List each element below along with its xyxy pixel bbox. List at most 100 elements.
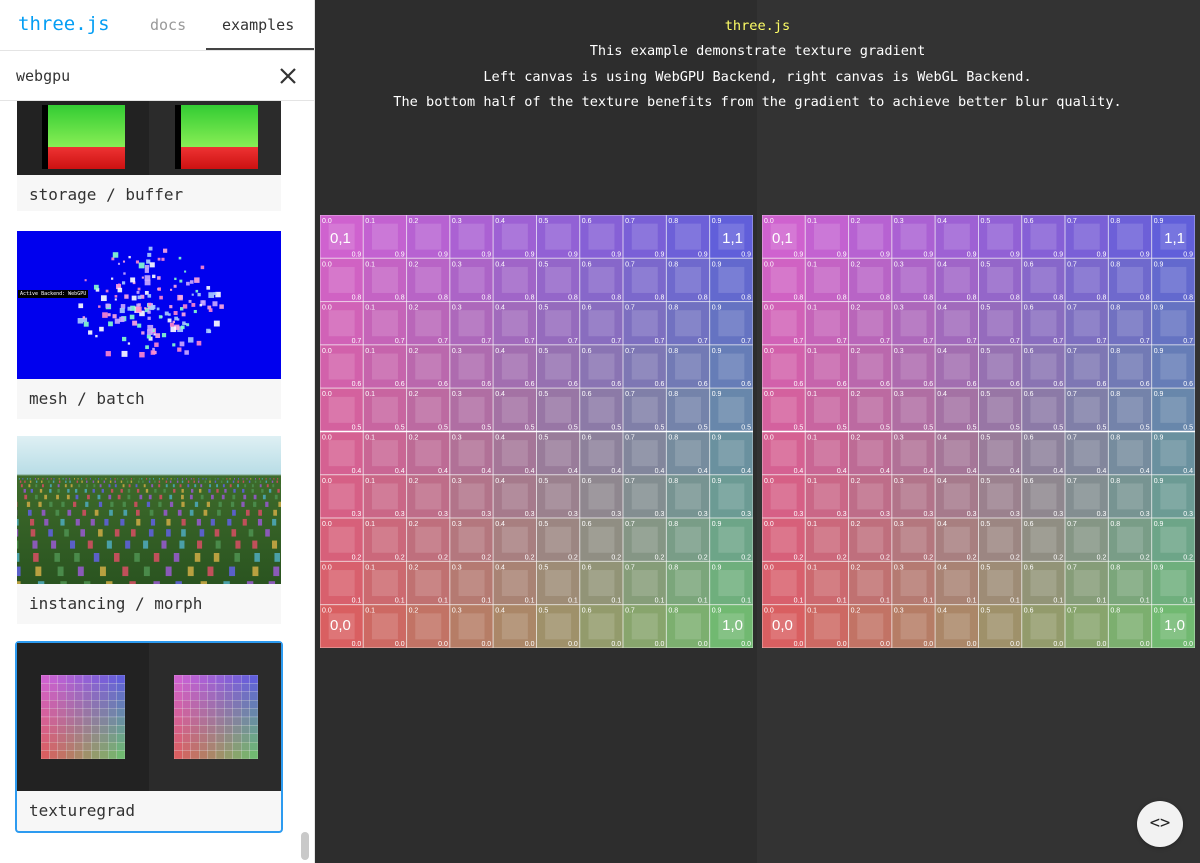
texture-v-label: 0.6 bbox=[395, 381, 405, 388]
texture-cell-highlight bbox=[857, 353, 884, 380]
texture-u-label: 0.3 bbox=[452, 435, 462, 442]
texture-v-label: 0.4 bbox=[438, 468, 448, 475]
texture-u-label: 0.5 bbox=[539, 348, 549, 355]
texture-cell-highlight bbox=[718, 266, 745, 293]
texture-u-label: 0.0 bbox=[322, 478, 332, 485]
texture-cell-highlight bbox=[770, 440, 797, 467]
texture-cell-highlight bbox=[1160, 570, 1187, 597]
texture-v-label: 0.5 bbox=[1097, 425, 1107, 432]
texture-u-label: 0.2 bbox=[409, 478, 419, 485]
texture-u-label: 0.4 bbox=[495, 564, 505, 571]
texture-v-label: 0.0 bbox=[967, 641, 977, 648]
example-thumbnail bbox=[17, 436, 281, 584]
scrollbar[interactable] bbox=[301, 832, 309, 860]
texture-u-label: 0.0 bbox=[764, 521, 774, 528]
texture-v-label: 0.7 bbox=[395, 338, 405, 345]
info-title[interactable]: three.js bbox=[315, 14, 1200, 39]
texture-cell-highlight bbox=[675, 310, 702, 337]
texture-v-label: 0.9 bbox=[611, 251, 621, 258]
texture-u-label: 0.9 bbox=[1154, 478, 1164, 485]
texture-cell-highlight bbox=[943, 266, 970, 293]
texture-u-label: 0.9 bbox=[712, 564, 722, 571]
texture-u-label: 0.8 bbox=[1110, 521, 1120, 528]
example-card-storage-buffer[interactable]: storage / buffer bbox=[17, 101, 281, 211]
texture-v-label: 0.7 bbox=[525, 338, 535, 345]
texture-u-label: 0.1 bbox=[807, 608, 817, 615]
example-thumbnail bbox=[17, 101, 281, 175]
texture-u-label: 0.7 bbox=[1067, 435, 1077, 442]
example-card-mesh-batch[interactable]: Active Backend: WebGPU mesh / batch bbox=[17, 231, 281, 419]
texture-cell-highlight bbox=[1030, 310, 1057, 337]
texture-u-label: 0.1 bbox=[807, 435, 817, 442]
texture-u-label: 0.3 bbox=[452, 391, 462, 398]
texture-u-label: 0.7 bbox=[1067, 478, 1077, 485]
texture-u-label: 0.1 bbox=[365, 218, 375, 225]
texture-webgpu: 0.0 0.9 0.1 0.9 0.2 0.9 0.3 0.9 0.4 0.9 0.5 0.9 0.6 0… bbox=[319, 214, 754, 649]
texture-cell-highlight bbox=[415, 440, 442, 467]
texture-cell-highlight bbox=[631, 353, 658, 380]
example-card-label: texturegrad bbox=[29, 801, 135, 820]
texture-v-label: 0.9 bbox=[923, 251, 933, 258]
texture-v-label: 0.3 bbox=[794, 511, 804, 518]
texture-v-label: 0.0 bbox=[1183, 641, 1193, 648]
texture-v-label: 0.4 bbox=[741, 468, 751, 475]
texture-cell-highlight bbox=[501, 266, 528, 293]
texture-v-label: 0.5 bbox=[967, 425, 977, 432]
texture-v-label: 0.9 bbox=[1140, 251, 1150, 258]
texture-v-label: 0.7 bbox=[698, 338, 708, 345]
texture-u-label: 0.6 bbox=[582, 261, 592, 268]
texture-u-label: 0.6 bbox=[1024, 608, 1034, 615]
logo[interactable]: three.js bbox=[18, 13, 110, 35]
texture-u-label: 0.6 bbox=[582, 218, 592, 225]
texture-u-label: 0.3 bbox=[894, 435, 904, 442]
texture-cell-highlight bbox=[718, 570, 745, 597]
texture-cell-highlight bbox=[1073, 483, 1100, 510]
texture-u-label: 0.8 bbox=[668, 521, 678, 528]
texture-cell-highlight bbox=[328, 440, 355, 467]
texture-u-label: 0.9 bbox=[712, 391, 722, 398]
texture-v-label: 0.3 bbox=[438, 511, 448, 518]
texture-v-label: 0.8 bbox=[880, 295, 890, 302]
tab-docs[interactable]: docs bbox=[150, 16, 186, 34]
texture-u-label: 0.5 bbox=[539, 435, 549, 442]
texture-v-label: 0.7 bbox=[1183, 338, 1193, 345]
texture-v-label: 0.8 bbox=[1010, 295, 1020, 302]
texture-cell-highlight bbox=[415, 310, 442, 337]
texture-u-label: 0.6 bbox=[1024, 305, 1034, 312]
texture-v-label: 0.2 bbox=[837, 554, 847, 561]
texture-v-label: 0.9 bbox=[438, 251, 448, 258]
texture-v-label: 0.0 bbox=[794, 641, 804, 648]
texture-corner-label: 0,1 bbox=[772, 230, 793, 247]
texture-v-label: 0.2 bbox=[568, 554, 578, 561]
texture-u-label: 0.5 bbox=[539, 218, 549, 225]
texture-cell-highlight bbox=[943, 613, 970, 640]
example-thumbnail: Active Backend: WebGPU bbox=[17, 231, 281, 379]
texture-cell-highlight bbox=[987, 310, 1014, 337]
texture-u-label: 0.7 bbox=[1067, 521, 1077, 528]
close-icon[interactable] bbox=[276, 64, 300, 88]
texture-v-label: 0.3 bbox=[837, 511, 847, 518]
sidebar-header: three.js docs examples bbox=[0, 0, 314, 51]
texture-cell-highlight bbox=[857, 223, 884, 250]
view-source-button[interactable]: <> bbox=[1137, 801, 1183, 847]
texture-v-label: 0.4 bbox=[1097, 468, 1107, 475]
texture-v-label: 0.4 bbox=[967, 468, 977, 475]
texture-v-label: 0.4 bbox=[655, 468, 665, 475]
info-line-1: This example demonstrate texture gradien… bbox=[589, 43, 926, 60]
texture-v-label: 0.9 bbox=[481, 251, 491, 258]
tab-examples[interactable]: examples bbox=[206, 0, 314, 50]
texture-cell-highlight bbox=[813, 440, 840, 467]
texture-u-label: 0.3 bbox=[452, 261, 462, 268]
texture-v-label: 0.5 bbox=[794, 425, 804, 432]
texture-cell-highlight bbox=[943, 526, 970, 553]
texture-cell-highlight bbox=[900, 526, 927, 553]
texture-v-label: 0.8 bbox=[395, 295, 405, 302]
texture-cell-highlight bbox=[1030, 483, 1057, 510]
example-card-texturegrad[interactable]: texturegrad bbox=[15, 641, 283, 833]
search-input[interactable] bbox=[16, 65, 266, 87]
texture-v-label: 0.9 bbox=[1053, 251, 1063, 258]
texture-v-label: 0.8 bbox=[352, 295, 362, 302]
example-card-instancing-morph[interactable]: instancing / morph bbox=[17, 436, 281, 624]
info-line-2: Left canvas is using WebGPU Backend, rig… bbox=[483, 68, 1032, 85]
texture-u-label: 0.3 bbox=[894, 261, 904, 268]
